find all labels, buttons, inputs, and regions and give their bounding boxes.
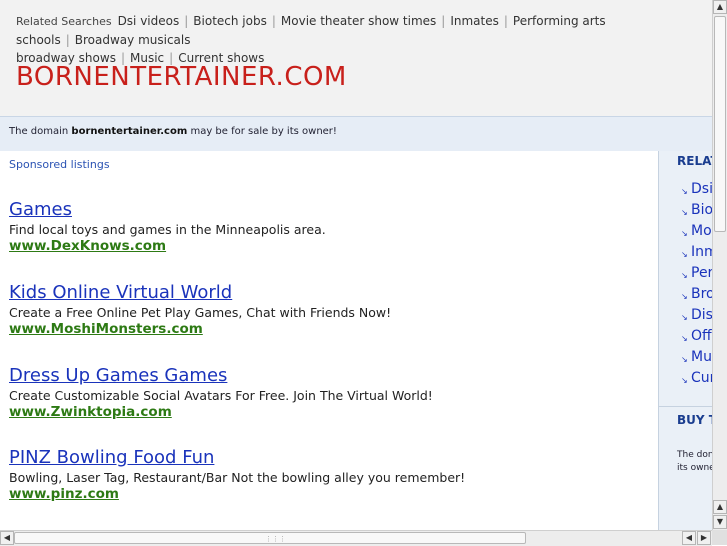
listing-url[interactable]: www.MoshiMonsters.com [9,321,649,338]
separator: | [503,14,508,28]
site-title[interactable]: BORNENTERTAINER.COM [16,62,347,92]
triangle-left-icon[interactable]: ◀ [682,531,696,545]
listing: Dress Up Games Games Create Customizable… [9,365,649,421]
arrow-bullet-icon: ↘ [681,271,688,280]
sidebar-item[interactable]: ↘Mov [681,221,713,242]
sale-notice-bar: The domain bornentertainer.com may be fo… [0,116,712,152]
listing-url[interactable]: www.pinz.com [9,486,649,503]
scrollbar-corner [712,530,727,545]
sidebar-item[interactable]: ↘Mus [681,347,713,368]
sale-notice-domain: bornentertainer.com [71,126,188,137]
related-link-inmates[interactable]: Inmates [450,14,499,28]
arrow-bullet-icon: ↘ [681,292,688,301]
sidebar-item-label: Cur [691,370,713,386]
horizontal-scrollbar[interactable]: ◀ ⋮⋮⋮ ◀ ▶ [0,530,712,546]
vertical-scroll-thumb[interactable] [714,16,726,232]
sidebar-item-label: Per [691,265,713,281]
listing-title[interactable]: Dress Up Games Games [9,365,649,387]
buy-text-line: its owne [677,463,713,473]
sidebar-item-label: Dsi [691,181,713,197]
sale-notice: The domain bornentertainer.com may be fo… [9,126,337,137]
listing-url[interactable]: www.DexKnows.com [9,238,649,255]
related-link-dsi-videos[interactable]: Dsi videos [118,14,180,28]
sidebar-item-label: Mus [691,349,713,365]
sidebar-item-label: Dis [691,307,713,323]
arrow-bullet-icon: ↘ [681,208,688,217]
sale-notice-prefix: The domain [9,126,69,137]
related-searches-bar: Related Searches Dsi videos | Biotech jobs |… [16,12,716,67]
related-searches-label: Related Searches [16,15,112,28]
sidebar-item[interactable]: ↘ Dsi [681,179,713,200]
sidebar-item-label: Inm [691,244,713,260]
header-area: Related Searches Dsi videos | Biotech jobs |… [0,0,712,116]
listing-title[interactable]: Kids Online Virtual World [9,282,649,304]
sidebar-divider [659,406,713,407]
sponsored-listings-label: Sponsored listings [9,158,110,171]
arrow-bullet-icon: ↘ [681,355,688,364]
separator: | [271,14,276,28]
listing-description: Create Customizable Social Avatars For F… [9,388,433,403]
sponsored-listings-panel: Sponsored listings Games Find local toys… [0,151,658,530]
sidebar-heading: RELAT [677,154,713,168]
arrow-bullet-icon: ↘ [681,313,688,322]
arrow-bullet-icon: ↘ [681,376,688,385]
sidebar-item-label: Off [691,328,712,344]
arrow-bullet-icon: ↘ [681,187,688,196]
sidebar-item[interactable]: ↘ Cur [681,368,713,389]
sidebar-item-label: Bio [691,202,713,218]
listing: PINZ Bowling Food Fun Bowling, Laser Tag… [9,447,649,503]
triangle-down-icon[interactable]: ▼ [713,515,727,529]
listing-title[interactable]: PINZ Bowling Food Fun [9,447,649,469]
triangle-right-icon[interactable]: ▶ [697,531,711,545]
sidebar-item[interactable]: ↘Inm [681,242,713,263]
buy-heading: BUY T [677,413,713,427]
sidebar-list: ↘Dsi ↘Bio ↘Mov ↘Inm ↘Per ↘Bro ↘Dis ↘Off … [681,179,713,389]
related-link-biotech-jobs[interactable]: Biotech jobs [193,14,267,28]
buy-text: The don its owne [677,449,713,475]
listing: Kids Online Virtual World Create a Free … [9,282,649,338]
arrow-bullet-icon: ↘ [681,229,688,238]
horizontal-scroll-thumb[interactable]: ⋮⋮⋮ [14,532,526,544]
listing-title[interactable]: Games [9,199,649,221]
listing-description: Find local toys and games in the Minneap… [9,222,326,237]
triangle-up-icon[interactable]: ▲ [713,500,727,514]
related-link-broadway-musicals[interactable]: Broadway musicals [75,33,191,47]
sidebar-item[interactable]: ↘ Off [681,326,713,347]
buy-text-line: The don [677,450,713,460]
sidebar-item[interactable]: ↘ Per [681,263,713,284]
listing-description: Bowling, Laser Tag, Restaurant/Bar Not t… [9,470,466,485]
related-sidebar: RELAT ↘Dsi ↘Bio ↘Mov ↘Inm ↘Per ↘Bro ↘Dis… [658,151,713,530]
triangle-up-icon[interactable]: ▲ [713,0,727,14]
sale-notice-suffix: may be for sale by its owner! [190,126,337,137]
arrow-bullet-icon: ↘ [681,250,688,259]
sidebar-item-label: Mov [691,223,713,239]
separator: | [65,33,70,47]
separator: | [441,14,446,28]
related-link-movie-theater[interactable]: Movie theater show times [281,14,436,28]
triangle-left-icon[interactable]: ◀ [0,531,14,545]
listing: Games Find local toys and games in the M… [9,199,649,255]
vertical-scrollbar[interactable]: ▲ ▲ ▼ [712,0,727,530]
listing-url[interactable]: www.Zwinktopia.com [9,404,649,421]
sidebar-item-label: Bro [691,286,713,302]
listing-description: Create a Free Online Pet Play Games, Cha… [9,305,392,320]
arrow-bullet-icon: ↘ [681,334,688,343]
sidebar-item[interactable]: ↘ Bro [681,284,713,305]
sidebar-item[interactable]: ↘ Dis [681,305,713,326]
sidebar-item[interactable]: ↘ Bio [681,200,713,221]
separator: | [184,14,189,28]
grip-icon: ⋮⋮⋮ [265,535,286,543]
